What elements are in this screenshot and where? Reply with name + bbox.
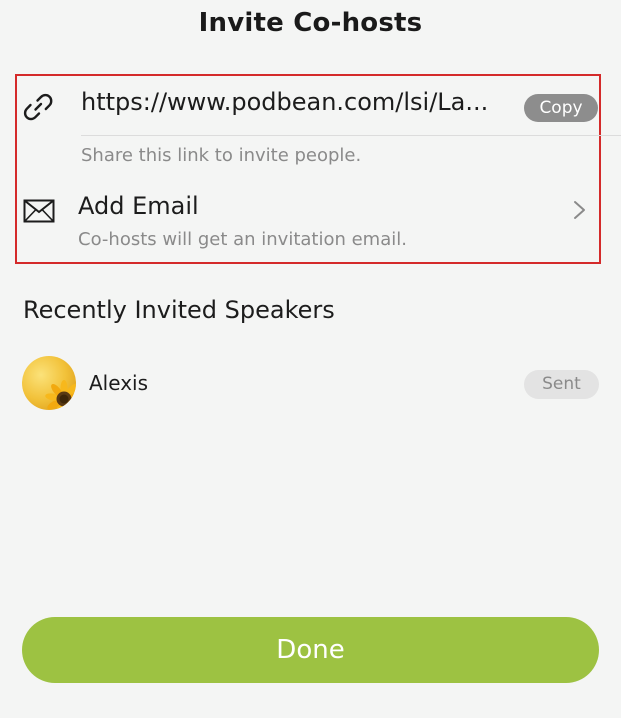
add-email-hint: Co-hosts will get an invitation email. [78,229,407,250]
add-email-row[interactable]: Add Email Co-hosts will get an invitatio… [17,186,599,258]
link-icon [22,91,54,123]
add-email-title: Add Email [78,192,199,220]
invite-cohosts-sheet: Invite Co-hosts https://www.podbean.com/… [0,0,621,718]
share-link-url: https://www.podbean.com/lsi/La... [81,88,489,116]
speaker-name: Alexis [89,371,149,395]
avatar [22,356,76,410]
speaker-row: Alexis Sent [22,356,599,412]
link-divider [81,135,621,136]
recent-speakers-title: Recently Invited Speakers [23,296,335,324]
share-link-hint: Share this link to invite people. [81,145,362,166]
chevron-right-icon [572,198,588,222]
page-title: Invite Co-hosts [198,8,423,38]
mail-icon [23,199,55,223]
done-button[interactable]: Done [22,617,599,683]
status-badge: Sent [524,370,599,399]
copy-link-button[interactable]: Copy [524,94,598,122]
